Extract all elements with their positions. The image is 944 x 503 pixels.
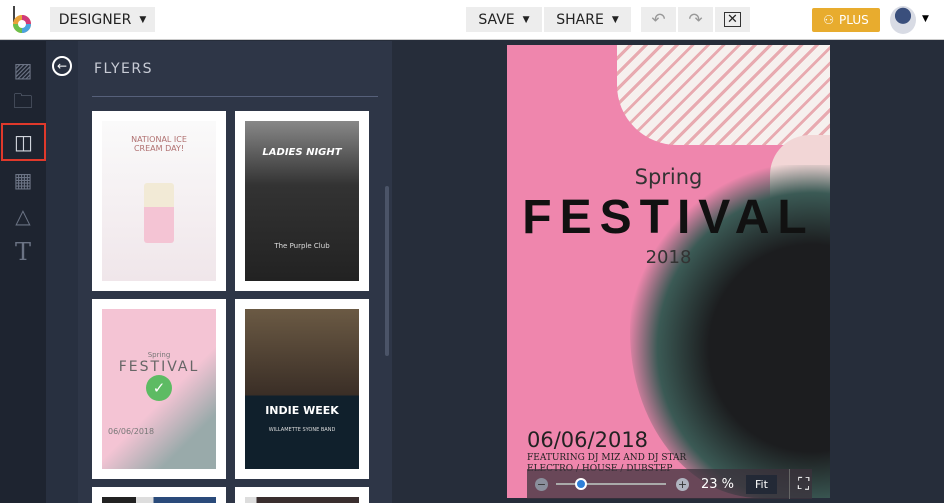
template-title: LADIES NIGHT (262, 147, 342, 158)
template-card[interactable]: INDIE WEEK WILLAMETTE SYONE BAND (235, 299, 369, 479)
divider (92, 96, 378, 97)
canvas-flyer[interactable]: Spring FESTIVAL 2018 06/06/2018 FEATURIN… (507, 45, 830, 498)
template-card[interactable] (235, 487, 369, 503)
grid-icon[interactable]: ▦ (10, 167, 36, 193)
save-label: SAVE (478, 11, 515, 28)
plus-label: PLUS (839, 13, 869, 27)
template-card[interactable]: LADIES NIGHT The Purple Club (235, 111, 369, 291)
flyer-date: 06/06/2018 (527, 428, 649, 452)
ice-cream-image (144, 183, 174, 243)
avatar[interactable] (890, 6, 916, 34)
designer-menu[interactable]: DESIGNER ▼ (50, 7, 155, 32)
template-title: FESTIVAL (118, 359, 200, 375)
template-title: NATIONAL ICE CREAM DAY! (131, 135, 187, 153)
zoom-out-icon[interactable]: − (535, 477, 548, 491)
tool-rail: ▨ 🗀 ◫ ▦ △ T (0, 41, 46, 503)
template-subtitle: WILLAMETTE SYONE BAND (268, 427, 336, 433)
caret-down-icon: ▼ (611, 14, 619, 25)
award-icon: ⚇ (823, 13, 835, 27)
caret-down-icon: ▼ (139, 14, 147, 25)
templates-icon[interactable]: ◫ (1, 123, 46, 161)
zoom-slider[interactable] (556, 478, 666, 490)
template-card[interactable]: Spring FESTIVAL ✓ 06/06/2018 (92, 299, 226, 479)
caret-down-icon: ▼ (522, 14, 530, 25)
undo-icon[interactable]: ↶ (641, 7, 676, 32)
zoom-in-icon[interactable]: + (676, 477, 689, 491)
designer-label: DESIGNER (58, 11, 132, 28)
selected-check-icon: ✓ (146, 375, 172, 401)
text-icon[interactable]: T (10, 238, 36, 266)
panel-scrollbar[interactable] (385, 186, 389, 356)
template-card[interactable] (92, 487, 226, 503)
shapes-icon[interactable]: △ (10, 203, 36, 229)
template-date: 06/06/2018 (108, 427, 155, 436)
redo-icon[interactable]: ↷ (678, 7, 713, 32)
save-button[interactable]: SAVE ▼ (466, 7, 542, 32)
template-thumbnail (102, 497, 216, 503)
background-icon[interactable]: ▨ (10, 57, 36, 83)
zoom-percent: 23 % (701, 476, 735, 492)
share-label: SHARE (556, 11, 604, 28)
template-title: INDIE WEEK (265, 404, 339, 417)
clear-canvas-icon[interactable]: ✕ (715, 7, 750, 32)
panel-title: FLYERS (94, 61, 154, 77)
templates-panel: FLYERS NATIONAL ICE CREAM DAY! LADIES NI… (78, 41, 392, 503)
template-subtitle: The Purple Club (274, 242, 330, 250)
back-arrow-icon[interactable]: ← (52, 56, 72, 76)
zoom-slider-knob[interactable] (575, 478, 588, 490)
shirt-image (617, 45, 830, 145)
fullscreen-icon[interactable]: ⛶ (788, 469, 809, 499)
flyer-spring: Spring (634, 165, 703, 189)
flyer-festival: FESTIVAL (522, 191, 815, 244)
folder-icon[interactable]: 🗀 (10, 89, 36, 117)
template-pretitle: Spring (147, 351, 171, 359)
flyer-year: 2018 (645, 247, 692, 268)
share-button[interactable]: SHARE ▼ (544, 7, 631, 32)
caret-down-icon[interactable]: ▼ (922, 14, 929, 24)
zoom-bar: − + 23 % Fit ⛶ (527, 469, 812, 499)
fit-button[interactable]: Fit (746, 474, 777, 494)
secondary-rail: ← (46, 41, 78, 503)
template-card[interactable]: NATIONAL ICE CREAM DAY! (92, 111, 226, 291)
plus-button[interactable]: ⚇ PLUS (812, 8, 880, 32)
flyer-featuring: FEATURING DJ MIZ AND DJ STAR (527, 453, 687, 463)
top-bar: DESIGNER ▼ SAVE ▼ SHARE ▼ ↶ ↷ ✕ ⚇ PLUS ▼ (0, 0, 944, 40)
template-thumbnail (245, 497, 359, 503)
app-logo[interactable] (11, 6, 33, 34)
